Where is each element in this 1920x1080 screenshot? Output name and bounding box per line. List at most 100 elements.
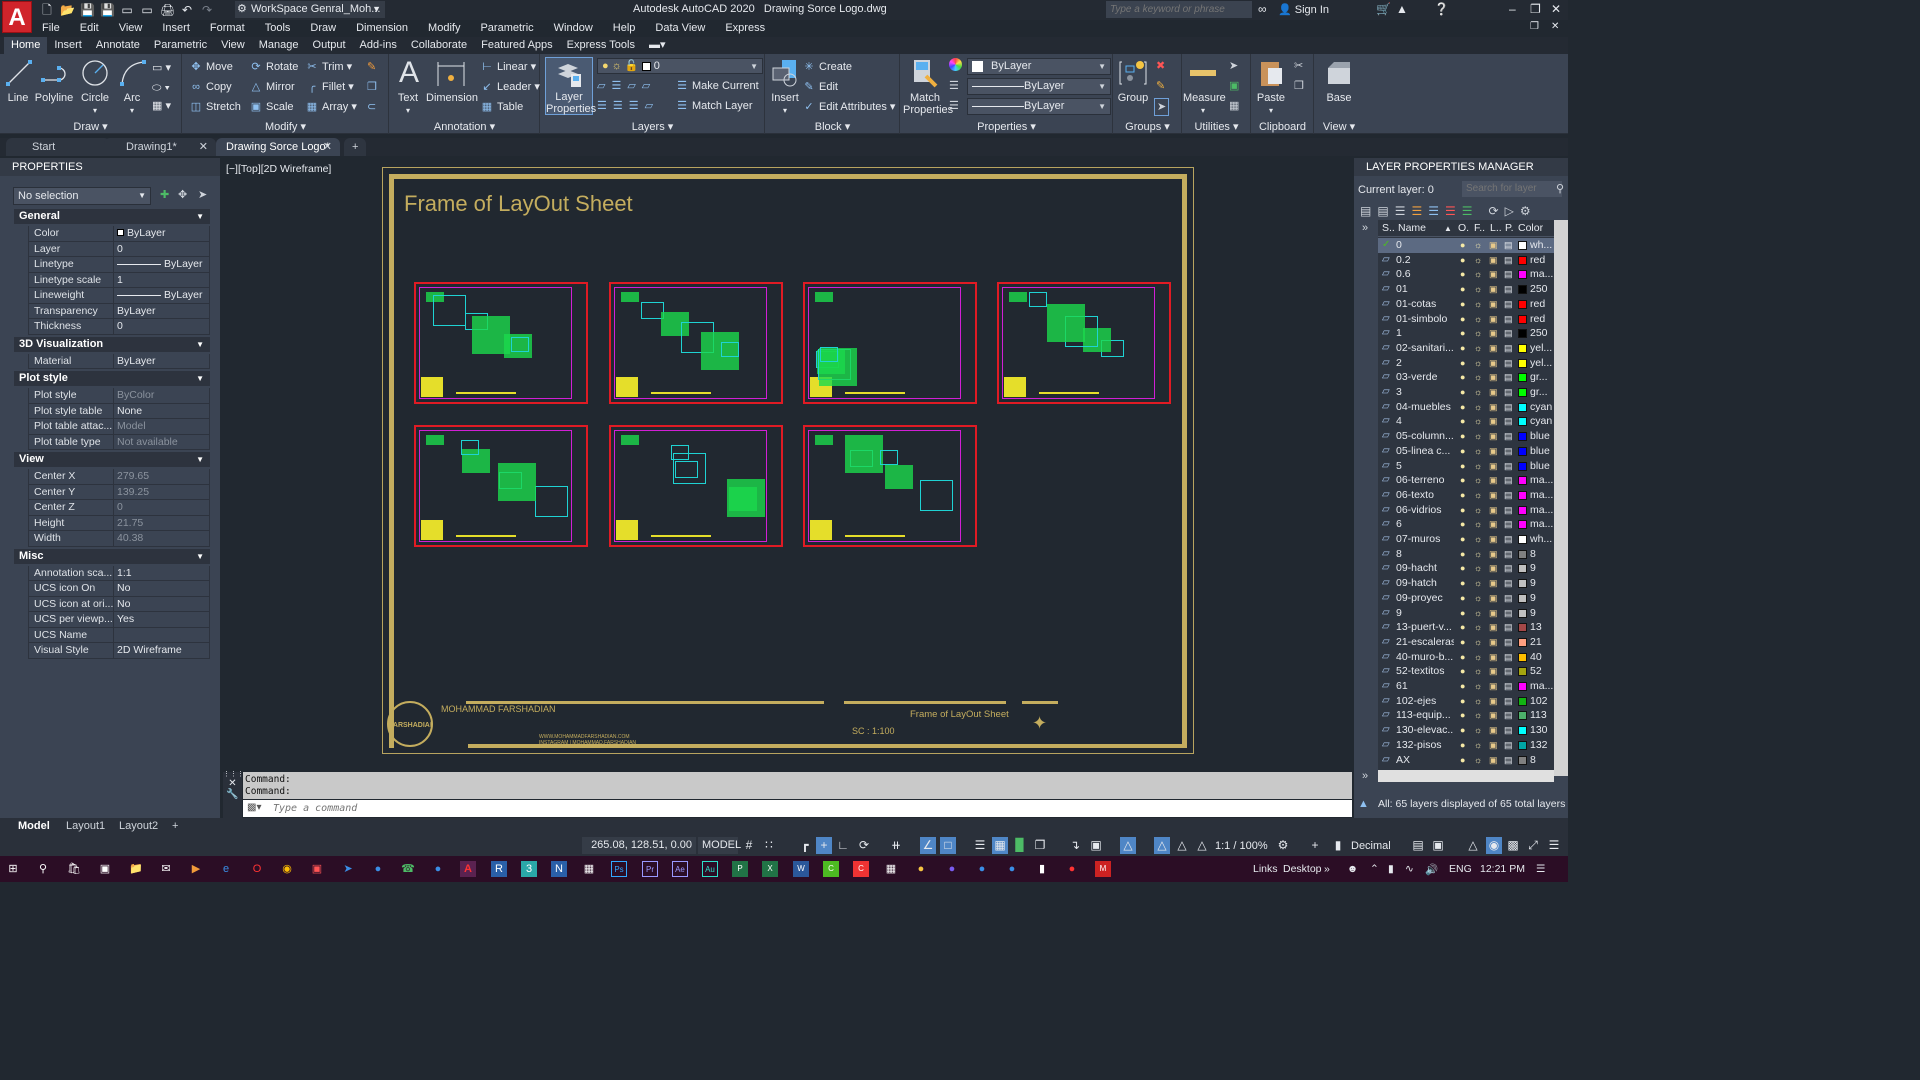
project-icon[interactable]: P [732,861,748,877]
property-row[interactable]: Plot style table None [28,403,210,419]
layout-sheet-thumbnail[interactable] [609,282,783,404]
layer-row[interactable]: ▱ 102-ejes ● ☼ ▣ ▤ 102 [1378,694,1554,709]
premiere-icon[interactable]: Pr [642,861,658,877]
printer-icon[interactable]: ▤ [1504,606,1513,621]
sun-icon[interactable]: ☼ [1474,400,1482,415]
viewport-controls[interactable]: [−][Top][2D Wireframe] [226,163,331,175]
sun-icon[interactable]: ☼ [1474,606,1482,621]
unlock-icon[interactable]: ▣ [1489,488,1498,503]
sun-icon[interactable]: ☼ [1474,738,1482,753]
layer-color-swatch[interactable] [1518,343,1527,353]
bulb-icon[interactable]: ● [1460,547,1465,562]
base-button[interactable]: Base [1321,58,1357,104]
layer-row[interactable]: ▱ 13-puert-v... ● ☼ ▣ ▤ 13 [1378,620,1554,635]
isolate-objects-icon[interactable]: △ [1465,837,1481,854]
printer-icon[interactable]: ▤ [1504,370,1513,385]
bulb-icon[interactable]: ● [1460,708,1465,723]
battery-icon[interactable]: ▮ [1388,863,1394,875]
layer-row[interactable]: ▱ 5 ● ☼ ▣ ▤ blue [1378,459,1554,474]
unlock-icon[interactable]: ▣ [1489,517,1498,532]
property-row[interactable]: Material ByLayer [28,353,210,369]
menu-tools[interactable]: Tools [255,20,301,37]
delete-layer-icon[interactable]: ☰ [1445,204,1456,218]
property-row[interactable]: UCS Name [28,627,210,643]
telegram-icon[interactable]: ➤ [340,861,356,877]
sun-icon[interactable]: ☼ [1474,341,1482,356]
infer-constraints-icon[interactable]: ┏ [797,837,813,854]
unlock-icon[interactable]: ▣ [1489,561,1498,576]
workspace-dropdown[interactable]: ⚙ WorkSpace Genral_Moh... ▼ [235,1,385,18]
sun-icon[interactable]: ☼ [1474,326,1482,341]
property-row[interactable]: Center X 279.65 [28,469,210,485]
color-dropdown[interactable]: ByLayer ▼ [967,58,1111,75]
property-group-header[interactable]: Misc ▼ [14,548,210,564]
property-value-cell[interactable]: No [113,596,211,612]
menu-window[interactable]: Window [544,20,603,37]
tab-collaborate[interactable]: Collaborate [404,37,474,54]
lock-ui-icon[interactable]: ▣ [1430,837,1446,854]
layer-row[interactable]: ▱ 113-equip... ● ☼ ▣ ▤ 113 [1378,708,1554,723]
polar-tracking-icon[interactable]: ⟳ [856,837,872,854]
layout-sheet-thumbnail[interactable] [609,425,783,547]
app-icon[interactable]: ● [1064,861,1080,877]
layer-row[interactable]: ▱ 05-column... ● ☼ ▣ ▤ blue [1378,429,1554,444]
text-button[interactable]: A Text ▾ [394,58,422,117]
property-group-header[interactable]: 3D Visualization ▼ [14,336,210,352]
printer-icon[interactable]: ▤ [1504,297,1513,312]
unlock-icon[interactable]: ▣ [1489,532,1498,547]
sun-icon[interactable]: ☼ [1474,385,1482,400]
layer-row[interactable]: ▱ 1 ● ☼ ▣ ▤ 250 [1378,326,1554,341]
bulb-icon[interactable]: ● [1460,238,1465,253]
sun-icon[interactable]: ☼ [1474,753,1482,768]
command-input[interactable] [243,800,1352,817]
col-on[interactable]: O. [1458,220,1469,237]
property-value-cell[interactable]: ByLayer [113,257,211,272]
menu-file[interactable]: File [32,20,70,37]
app-icon[interactable]: ● [944,861,960,877]
dynamic-input-icon[interactable]: + [816,837,832,854]
help-search-input[interactable] [1106,1,1252,18]
layer-search-input[interactable] [1462,181,1562,197]
sun-icon[interactable]: ☼ [1474,253,1482,268]
tab-layout1[interactable]: Layout1 [66,818,105,834]
property-group-header[interactable]: Plot style ▼ [14,371,210,386]
transparency-icon[interactable]: ▦ [992,837,1008,854]
layer-color-swatch[interactable] [1518,505,1527,515]
file-explorer-icon[interactable]: 📁 [128,861,144,877]
property-row[interactable]: Thickness 0 [28,319,210,335]
bulb-icon[interactable]: ● [1460,650,1465,665]
new-icon[interactable]: 🗋 [40,3,54,17]
desktop-toolbar[interactable]: Desktop [1283,863,1322,875]
printer-icon[interactable]: ▤ [1504,326,1513,341]
match-layer-button[interactable]: ☰ Match Layer [675,98,752,114]
navisworks-icon[interactable]: N [551,861,567,877]
property-row[interactable]: Plot table type Not available [28,434,210,450]
unlock-icon[interactable]: ▣ [1489,664,1498,679]
unlock-icon[interactable]: ▣ [1489,694,1498,709]
printer-icon[interactable]: ▤ [1504,400,1513,415]
sun-icon[interactable]: ☼ [1474,576,1482,591]
layer-color-swatch[interactable] [1518,446,1527,456]
sun-icon[interactable]: ☼ [1474,312,1482,327]
app-icon[interactable]: ▣ [97,861,113,877]
layer-tools-row2[interactable]: ☰☰☰▱ [597,98,659,114]
sun-icon[interactable]: ☼ [1474,532,1482,547]
bulb-icon[interactable]: ● [1460,385,1465,400]
after-effects-icon[interactable]: Ae [672,861,688,877]
autodesk-app-icon[interactable]: ▲ [1396,2,1408,16]
language-indicator[interactable]: ENG [1449,863,1472,875]
unlock-icon[interactable]: ▣ [1489,297,1498,312]
layer-row[interactable]: ▱ 4 ● ☼ ▣ ▤ cyan [1378,414,1554,429]
property-value-cell[interactable]: 0 [113,319,211,334]
layer-row[interactable]: ▱ 01 ● ☼ ▣ ▤ 250 [1378,282,1554,297]
menu-format[interactable]: Format [200,20,255,37]
printer-icon[interactable]: ▤ [1504,444,1513,459]
select-all-button[interactable]: ▣ [1229,78,1239,94]
group-selection-toggle[interactable]: ➤ [1154,98,1170,116]
sun-icon[interactable]: ☼ [1474,664,1482,679]
layer-color-swatch[interactable] [1518,549,1527,559]
bulb-icon[interactable]: ● [1460,326,1465,341]
open-icon[interactable]: 📂 [60,3,75,17]
property-row[interactable]: UCS per viewp... Yes [28,612,210,628]
redo-icon[interactable]: ↷ [200,3,214,17]
